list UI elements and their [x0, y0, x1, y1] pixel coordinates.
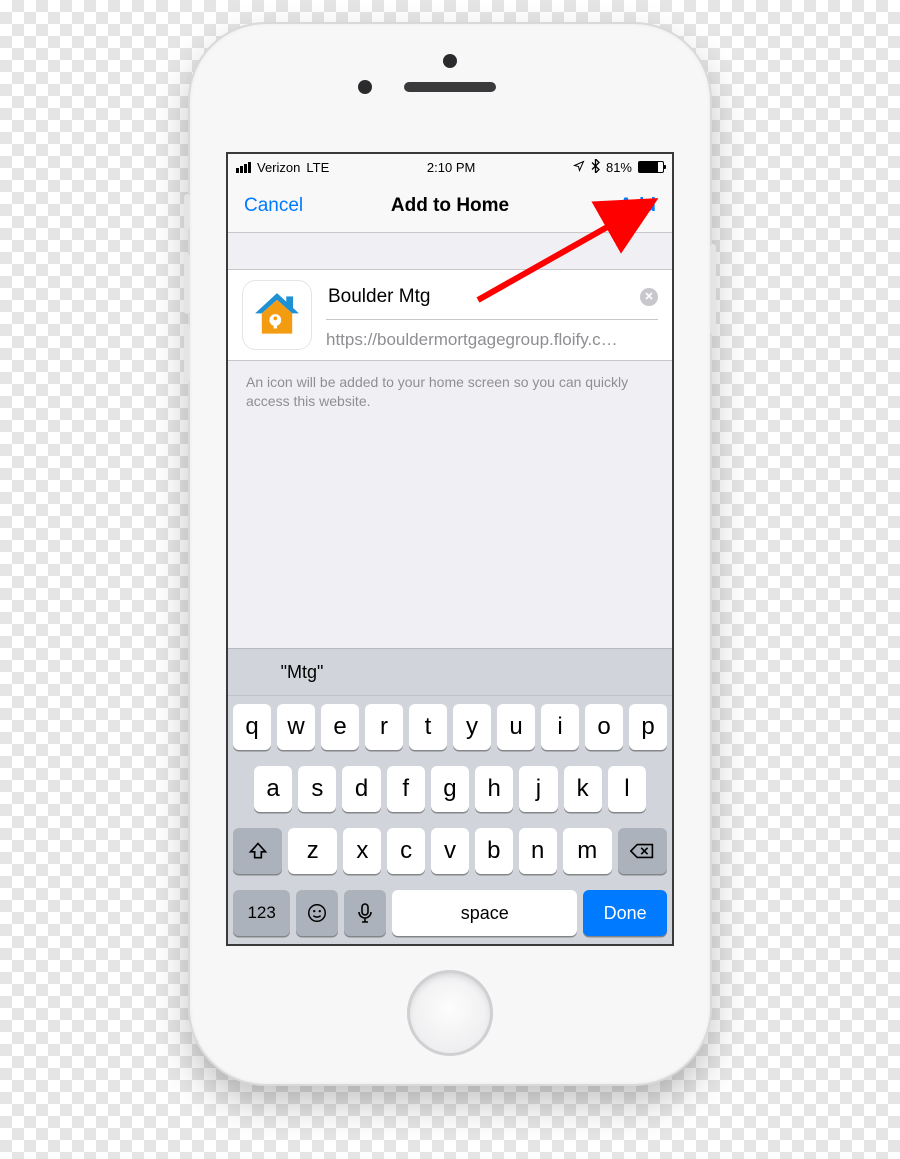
location-icon — [573, 160, 585, 175]
key-c[interactable]: c — [387, 828, 425, 874]
keyboard-row-4: 123 space Done — [228, 882, 672, 944]
key-e[interactable]: e — [321, 704, 359, 750]
volume-down-button — [184, 324, 190, 384]
space-key[interactable]: space — [392, 890, 577, 936]
navigation-bar: Cancel Add to Home Add — [228, 180, 672, 233]
keyboard-row-1: qwertyuiop — [228, 696, 672, 758]
screen: Verizon LTE 2:10 PM 81% Cancel Add to Ho… — [226, 152, 674, 946]
proximity-sensor — [358, 80, 372, 94]
key-g[interactable]: g — [431, 766, 469, 812]
key-h[interactable]: h — [475, 766, 513, 812]
key-o[interactable]: o — [585, 704, 623, 750]
bookmark-form: https://bouldermortgagegroup.floify.c… — [228, 269, 672, 361]
bluetooth-icon — [591, 159, 600, 176]
key-p[interactable]: p — [629, 704, 667, 750]
key-n[interactable]: n — [519, 828, 557, 874]
key-j[interactable]: j — [519, 766, 557, 812]
bookmark-title-input[interactable] — [326, 285, 632, 309]
add-button[interactable]: Add — [619, 195, 656, 217]
keyboard-row-2: asdfghjkl — [228, 758, 672, 820]
key-s[interactable]: s — [298, 766, 336, 812]
earpiece-speaker — [404, 82, 496, 92]
clear-text-button[interactable] — [640, 288, 658, 306]
cancel-button[interactable]: Cancel — [244, 195, 303, 217]
content-area: https://bouldermortgagegroup.floify.c… A… — [228, 233, 672, 648]
hint-text: An icon will be added to your home scree… — [228, 361, 672, 423]
bookmark-url: https://bouldermortgagegroup.floify.c… — [326, 320, 658, 350]
key-b[interactable]: b — [475, 828, 513, 874]
signal-strength-icon — [236, 162, 251, 173]
key-x[interactable]: x — [343, 828, 381, 874]
battery-percent: 81% — [606, 160, 632, 175]
keyboard: "Mtg" qwertyuiop asdfghjkl zxcvbnm 123 — [228, 648, 672, 944]
battery-icon — [638, 161, 664, 173]
quicktype-suggestion[interactable]: "Mtg" — [228, 662, 376, 683]
quicktype-bar: "Mtg" — [228, 649, 672, 696]
mute-switch — [184, 194, 190, 230]
backspace-key[interactable] — [618, 828, 667, 874]
key-r[interactable]: r — [365, 704, 403, 750]
emoji-key[interactable] — [296, 890, 338, 936]
key-t[interactable]: t — [409, 704, 447, 750]
key-y[interactable]: y — [453, 704, 491, 750]
carrier-label: Verizon — [257, 160, 300, 175]
key-k[interactable]: k — [564, 766, 602, 812]
key-m[interactable]: m — [563, 828, 612, 874]
key-a[interactable]: a — [254, 766, 292, 812]
site-icon — [242, 280, 312, 350]
keyboard-row-3: zxcvbnm — [228, 820, 672, 882]
key-w[interactable]: w — [277, 704, 315, 750]
network-label: LTE — [306, 160, 329, 175]
status-bar: Verizon LTE 2:10 PM 81% — [228, 154, 672, 180]
key-d[interactable]: d — [342, 766, 380, 812]
clock: 2:10 PM — [427, 160, 475, 175]
front-camera — [443, 54, 457, 68]
volume-up-button — [184, 254, 190, 314]
key-v[interactable]: v — [431, 828, 469, 874]
key-u[interactable]: u — [497, 704, 535, 750]
key-f[interactable]: f — [387, 766, 425, 812]
key-z[interactable]: z — [288, 828, 337, 874]
home-button[interactable] — [407, 970, 493, 1056]
key-l[interactable]: l — [608, 766, 646, 812]
power-button — [710, 244, 716, 334]
done-key[interactable]: Done — [583, 890, 667, 936]
iphone-device-frame: Verizon LTE 2:10 PM 81% Cancel Add to Ho… — [190, 24, 710, 1084]
key-q[interactable]: q — [233, 704, 271, 750]
shift-key[interactable] — [233, 828, 282, 874]
dictation-key[interactable] — [344, 890, 386, 936]
numbers-key[interactable]: 123 — [233, 890, 290, 936]
key-i[interactable]: i — [541, 704, 579, 750]
